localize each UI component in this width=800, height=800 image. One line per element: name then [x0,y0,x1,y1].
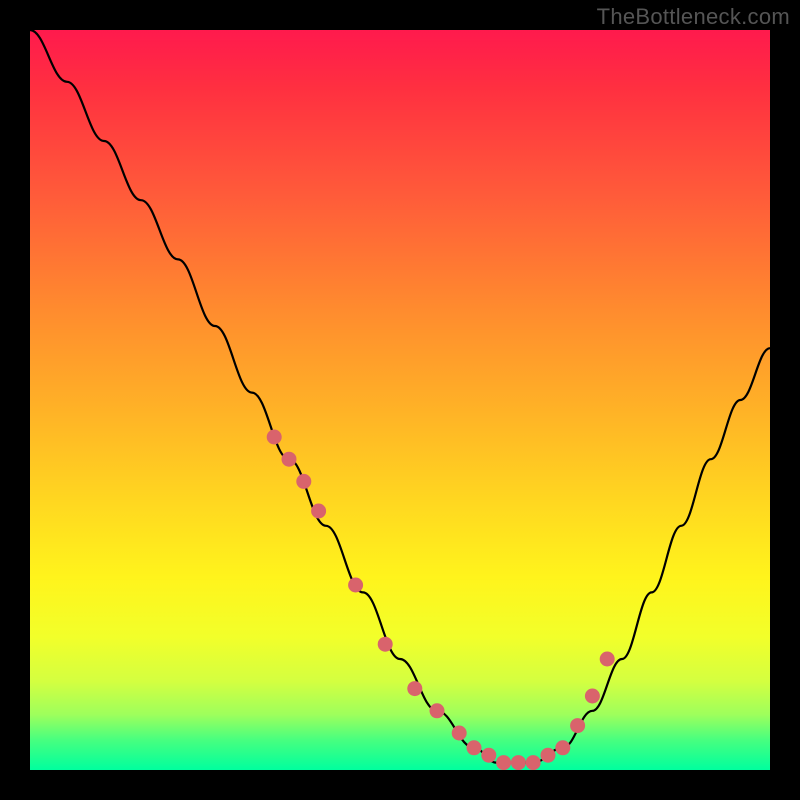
marker-dot [378,637,393,652]
marker-dot [481,748,496,763]
bottleneck-curve-svg [30,30,770,770]
marker-dot [407,681,422,696]
marker-dot [526,755,541,770]
bottleneck-curve [30,30,770,763]
marker-dot [541,748,556,763]
marker-dot [282,452,297,467]
marker-dot [600,652,615,667]
marker-dot [555,740,570,755]
marker-dot [467,740,482,755]
marker-dot [452,726,467,741]
marker-dot [496,755,511,770]
marker-dot [348,578,363,593]
marker-dot [585,689,600,704]
marker-dot [511,755,526,770]
marker-dot [311,504,326,519]
marker-dot [267,430,282,445]
watermark-text: TheBottleneck.com [597,4,790,30]
marker-dot [430,703,445,718]
chart-plot-area [30,30,770,770]
marker-dot [296,474,311,489]
marker-dot [570,718,585,733]
marker-dots [267,430,615,771]
